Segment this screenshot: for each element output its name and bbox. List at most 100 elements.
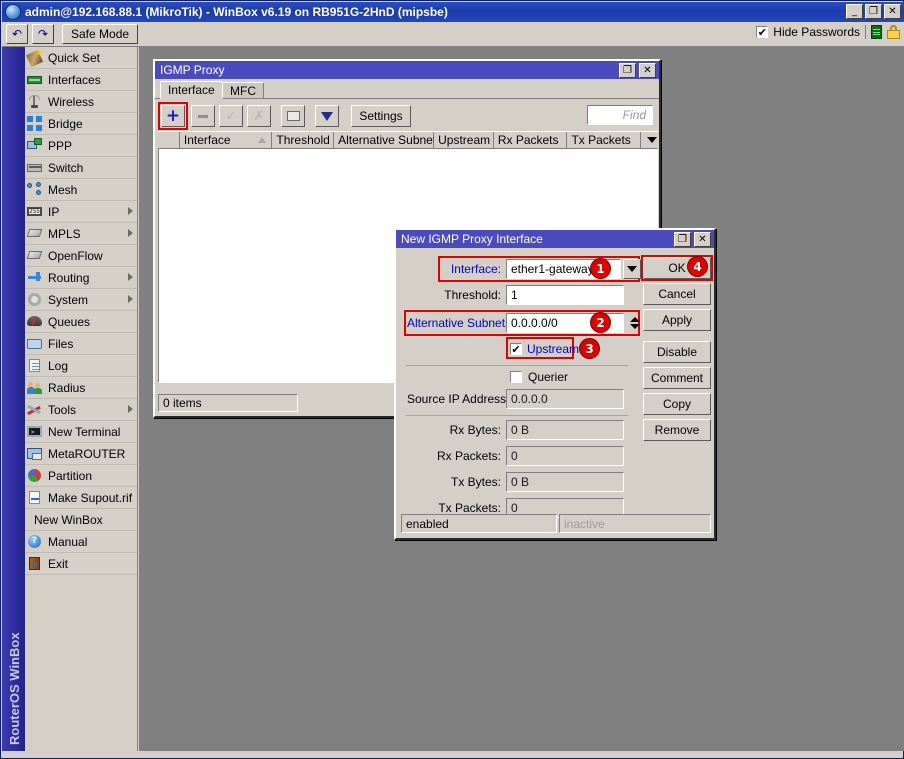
column-header-select: [158, 132, 180, 149]
sidebar-item-new-winbox[interactable]: New WinBox: [25, 509, 137, 531]
column-header-interface[interactable]: Interface: [179, 132, 273, 149]
sidebar-item-exit[interactable]: Exit: [25, 553, 137, 575]
cancel-button[interactable]: Cancel: [643, 283, 711, 305]
dialog-close-button[interactable]: ✕: [694, 232, 711, 247]
upstream-label: Upstream: [527, 342, 580, 356]
column-chooser-button[interactable]: [641, 132, 658, 149]
column-header-rx-packets[interactable]: Rx Packets: [493, 132, 568, 149]
users-icon: [27, 380, 43, 396]
column-header-alternative-subnets[interactable]: Alternative Subnets: [334, 132, 442, 149]
tools-icon: [27, 402, 43, 418]
undo-button[interactable]: ↶: [6, 24, 28, 44]
dialog-divider-1: [406, 365, 628, 366]
apply-button[interactable]: Apply: [643, 309, 711, 331]
sidebar-item-partition[interactable]: Partition: [25, 465, 137, 487]
sidebar-item-mesh[interactable]: Mesh: [25, 179, 137, 201]
sidebar-item-make-supout-rif[interactable]: Make Supout.rif: [25, 487, 137, 509]
close-button[interactable]: ✕: [884, 4, 901, 19]
rail-brand-label: RouterOS WinBox: [7, 632, 22, 745]
sidebar-item-system[interactable]: System: [25, 289, 137, 311]
find-input[interactable]: Find: [587, 105, 653, 125]
lock-icon: [887, 25, 900, 39]
sidebar-item-routing[interactable]: Routing: [25, 267, 137, 289]
annotation-badge-4: 4: [688, 257, 707, 276]
sidebar-item-metarouter[interactable]: MetaROUTER: [25, 443, 137, 465]
settings-button[interactable]: Settings: [351, 105, 411, 127]
sidebar-item-interfaces[interactable]: Interfaces: [25, 69, 137, 91]
upstream-row: ✔ Upstream: [510, 339, 579, 359]
sidebar-item-wireless[interactable]: Wireless: [25, 91, 137, 113]
add-button[interactable]: +: [161, 105, 185, 127]
rx-bytes-row: Rx Bytes: 0 B: [407, 420, 624, 440]
comment-button[interactable]: Comment: [643, 367, 711, 389]
column-header-threshold[interactable]: Threshold: [272, 132, 335, 149]
ip-icon: 255: [27, 204, 43, 220]
sidebar-item-switch[interactable]: Switch: [25, 157, 137, 179]
dialog-restore-button[interactable]: ❐: [674, 232, 691, 247]
sidebar-item-log[interactable]: Log: [25, 355, 137, 377]
remove-button[interactable]: Remove: [643, 419, 711, 441]
workspace: IGMP Proxy ❐ ✕ Interface MFC + ✓ ✗ Setti…: [139, 47, 904, 751]
column-header-tx-packets[interactable]: Tx Packets: [567, 132, 642, 149]
filter-button[interactable]: [315, 105, 339, 127]
sidebar-item-label: Bridge: [48, 116, 83, 131]
sidebar-item-radius[interactable]: Radius: [25, 377, 137, 399]
source-ip-field[interactable]: 0.0.0.0: [506, 389, 624, 409]
add-button-highlight: +: [158, 102, 188, 130]
title-bar: admin@192.168.88.1 (MikroTik) - WinBox v…: [2, 2, 904, 22]
enable-button[interactable]: ✓: [219, 105, 243, 127]
chevron-right-icon: [128, 207, 133, 215]
sidebar-item-tools[interactable]: Tools: [25, 399, 137, 421]
switch-icon: [27, 160, 43, 176]
plus-icon: +: [165, 105, 181, 126]
sidebar-item-label: Routing: [48, 270, 90, 285]
sidebar-item-ppp[interactable]: PPP: [25, 135, 137, 157]
threshold-field[interactable]: 1: [506, 285, 624, 305]
sidebar-item-openflow[interactable]: OpenFlow: [25, 245, 137, 267]
sidebar-item-mpls[interactable]: MPLS: [25, 223, 137, 245]
igmp-restore-button[interactable]: ❐: [619, 63, 636, 78]
comment-button[interactable]: [281, 105, 305, 127]
source-ip-row: Source IP Address: 0.0.0.0: [407, 389, 624, 409]
redo-button[interactable]: ↷: [32, 24, 54, 44]
sidebar-item-quick-set[interactable]: ✦ Quick Set: [25, 47, 137, 69]
copy-button[interactable]: Copy: [643, 393, 711, 415]
hide-passwords-label: Hide Passwords: [773, 25, 860, 39]
chevron-down-icon: [629, 324, 640, 329]
sidebar-item-manual[interactable]: ? Manual: [25, 531, 137, 553]
upstream-checkbox[interactable]: ✔: [510, 343, 522, 355]
sidebar-item-queues[interactable]: Queues: [25, 311, 137, 333]
minimize-button[interactable]: _: [846, 4, 863, 19]
remove-button[interactable]: [191, 105, 215, 127]
threshold-label: Threshold:: [444, 288, 501, 302]
sidebar-item-label: New WinBox: [34, 512, 103, 527]
restore-button[interactable]: ❐: [865, 4, 882, 19]
hide-passwords-checkbox[interactable]: ✔: [756, 26, 769, 38]
alternative-subnets-stepper[interactable]: [628, 313, 641, 333]
left-rail: RouterOS WinBox: [2, 47, 25, 751]
sidebar-item-label: OpenFlow: [48, 248, 103, 263]
toolbar-right-group: ✔ Hide Passwords: [756, 25, 900, 39]
column-header-upstream[interactable]: Upstream: [434, 132, 494, 149]
querier-checkbox[interactable]: [510, 371, 522, 383]
rx-packets-label: Rx Packets:: [436, 449, 501, 463]
mesh-icon: [27, 181, 43, 198]
tab-mfc[interactable]: MFC: [222, 82, 264, 99]
sidebar-item-ip[interactable]: 255 IP: [25, 201, 137, 223]
sidebar-item-label: Partition: [48, 468, 93, 483]
chevron-right-icon: [128, 229, 133, 237]
querier-label: Querier: [528, 370, 569, 384]
chevron-down-icon: [646, 137, 657, 143]
disable-button[interactable]: Disable: [643, 341, 711, 363]
safe-mode-button[interactable]: Safe Mode: [62, 24, 139, 44]
interface-dropdown-button[interactable]: [623, 259, 641, 279]
sidebar-item-bridge[interactable]: Bridge: [25, 113, 137, 135]
sidebar-item-new-terminal[interactable]: >_ New Terminal: [25, 421, 137, 443]
tab-interface[interactable]: Interface: [160, 81, 223, 99]
chevron-right-icon: [128, 295, 133, 303]
sidebar-item-label: MPLS: [48, 226, 81, 241]
disable-button[interactable]: ✗: [247, 105, 271, 127]
igmp-close-button[interactable]: ✕: [639, 63, 656, 78]
sidebar-menu: ✦ Quick Set Interfaces Wireless Bridge PPP Swi…: [25, 47, 138, 751]
sidebar-item-files[interactable]: Files: [25, 333, 137, 355]
